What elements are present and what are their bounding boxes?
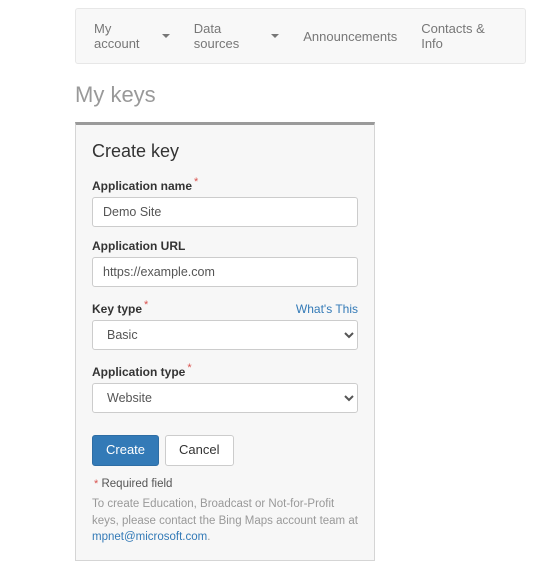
nav-label: Announcements — [303, 29, 397, 44]
application-name-input[interactable] — [92, 197, 358, 227]
help-email-link[interactable]: mpnet@microsoft.com — [92, 531, 207, 543]
nav-announcements[interactable]: Announcements — [303, 21, 397, 51]
field-application-type: Application type* Website — [92, 362, 358, 413]
application-type-select[interactable]: Website — [92, 383, 358, 413]
caret-down-icon — [271, 34, 279, 38]
application-url-input[interactable] — [92, 257, 358, 287]
field-application-url: Application URL — [92, 239, 358, 287]
nav-my-account[interactable]: My account — [94, 21, 170, 51]
label-key-type: Key type* — [92, 299, 148, 316]
required-asterisk: * — [187, 362, 191, 374]
nav-data-sources[interactable]: Data sources — [194, 21, 280, 51]
cancel-button[interactable]: Cancel — [165, 435, 233, 466]
help-text-period: . — [207, 531, 210, 543]
nav-contacts-info[interactable]: Contacts & Info — [421, 21, 507, 51]
field-key-type: Key type* What's This Basic — [92, 299, 358, 350]
help-text-body: To create Education, Broadcast or Not-fo… — [92, 498, 358, 527]
required-asterisk: * — [94, 478, 98, 490]
caret-down-icon — [162, 34, 170, 38]
panel-title: Create key — [92, 141, 358, 162]
label-text: Key type — [92, 302, 142, 316]
label-text: Application name — [92, 179, 192, 193]
create-key-panel: Create key Application name* Application… — [75, 122, 375, 561]
button-row: Create Cancel — [92, 435, 358, 466]
label-application-name: Application name* — [92, 176, 358, 193]
help-text: To create Education, Broadcast or Not-fo… — [92, 496, 358, 546]
required-asterisk: * — [194, 176, 198, 188]
key-type-select[interactable]: Basic — [92, 320, 358, 350]
page-title: My keys — [75, 82, 550, 108]
required-note-text: Required field — [101, 478, 172, 490]
required-asterisk: * — [144, 299, 148, 311]
create-button[interactable]: Create — [92, 435, 159, 466]
navbar: My account Data sources Announcements Co… — [75, 8, 526, 64]
field-application-name: Application name* — [92, 176, 358, 227]
label-application-type: Application type* — [92, 362, 358, 379]
label-application-url: Application URL — [92, 239, 358, 253]
nav-label: My account — [94, 21, 158, 51]
nav-label: Data sources — [194, 21, 268, 51]
label-text: Application type — [92, 365, 185, 379]
whats-this-link[interactable]: What's This — [296, 302, 358, 316]
required-field-note: * Required field — [92, 478, 358, 490]
nav-label: Contacts & Info — [421, 21, 507, 51]
